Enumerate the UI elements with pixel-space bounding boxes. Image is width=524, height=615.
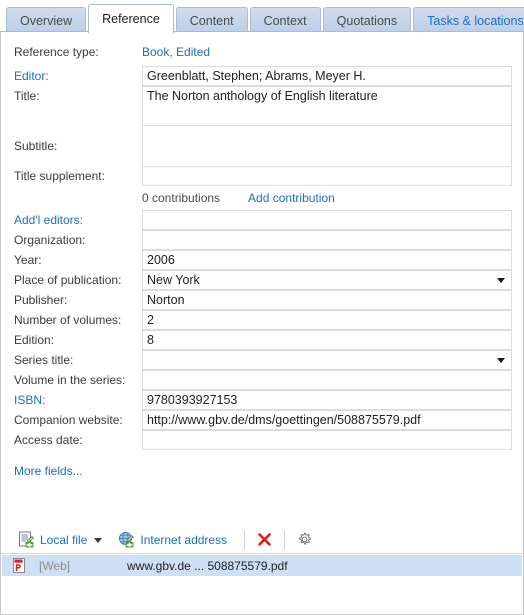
tab-quotations-label: Quotations <box>336 14 398 28</box>
reference-form: Reference type: Book, Edited Editor: Gre… <box>1 32 523 478</box>
input-subtitle[interactable] <box>142 125 512 167</box>
value-place-of-publication: New York <box>147 273 200 287</box>
chevron-down-icon[interactable] <box>497 358 505 363</box>
tab-content-label: Content <box>189 14 234 28</box>
chevron-down-icon[interactable] <box>94 538 103 543</box>
gear-icon <box>296 531 313 548</box>
field-row-place-of-publication: Place of publication: New York <box>14 270 512 290</box>
add-local-file-label: Local file <box>40 532 88 547</box>
input-organization[interactable] <box>142 230 512 250</box>
label-title-supplement: Title supplement: <box>14 169 105 183</box>
attachment-settings-button[interactable] <box>291 529 318 551</box>
label-editor[interactable]: Editor: <box>14 66 142 86</box>
label-year: Year: <box>14 253 42 267</box>
add-contribution-link[interactable]: Add contribution <box>248 191 335 205</box>
tab-tasks-locations-label: Tasks & locations <box>427 14 524 28</box>
field-row-year: Year: 2006 <box>14 250 512 270</box>
label-companion-website: Companion website: <box>14 413 123 427</box>
label-volume-in-the-series: Volume in the series: <box>14 373 126 387</box>
tab-quotations[interactable]: Quotations <box>322 7 412 33</box>
label-number-of-volumes: Number of volumes: <box>14 313 122 327</box>
input-addl-editors[interactable] <box>142 210 512 230</box>
globe-add-icon <box>118 531 135 548</box>
close-icon <box>256 531 273 548</box>
input-edition[interactable]: 8 <box>142 330 512 350</box>
label-series-title: Series title: <box>14 353 74 367</box>
input-year[interactable]: 2006 <box>142 250 512 270</box>
add-internet-address-label: Internet address <box>140 532 228 547</box>
input-title[interactable]: The Norton anthology of English literatu… <box>142 86 512 126</box>
tab-strip: Overview Reference Content Context Quota… <box>0 0 524 34</box>
label-publisher: Publisher: <box>14 293 68 307</box>
input-editor[interactable]: Greenblatt, Stephen; Abrams, Meyer H. <box>142 66 512 86</box>
combobox-place-of-publication[interactable]: New York <box>142 270 512 290</box>
chevron-down-icon[interactable] <box>497 278 505 283</box>
attachments-area: Local file Internet address [Web] www.gb… <box>1 510 523 614</box>
value-reference-type[interactable]: Book, Edited <box>142 42 210 62</box>
add-local-file-button[interactable]: Local file <box>13 529 107 551</box>
toolbar-separator <box>284 529 286 550</box>
toolbar-separator <box>244 529 246 550</box>
delete-attachment-button[interactable] <box>251 529 278 551</box>
combobox-series-title[interactable] <box>142 350 512 370</box>
tab-reference[interactable]: Reference <box>88 4 174 34</box>
label-edition: Edition: <box>14 333 55 347</box>
pdf-file-icon <box>12 557 27 574</box>
attachments-toolbar: Local file Internet address <box>1 526 523 554</box>
field-row-subtitle: Subtitle: <box>14 125 512 167</box>
label-isbn[interactable]: ISBN: <box>14 390 142 410</box>
field-row-publisher: Publisher: Norton <box>14 290 512 310</box>
input-publisher[interactable]: Norton <box>142 290 512 310</box>
label-place-of-publication: Place of publication: <box>14 273 122 287</box>
label-addl-editors[interactable]: Add'l editors: <box>14 210 142 230</box>
field-row-edition: Edition: 8 <box>14 330 512 350</box>
contributions-count: 0 contributions <box>142 191 221 205</box>
field-row-isbn: ISBN: 9780393927153 <box>14 390 512 410</box>
attachments-list[interactable]: [Web] www.gbv.de ... 508875579.pdf <box>2 555 522 614</box>
label-title: Title: <box>14 89 40 103</box>
field-row-access-date: Access date: <box>14 430 512 450</box>
tab-context-label: Context <box>263 14 307 28</box>
field-row-number-of-volumes: Number of volumes: 2 <box>14 310 512 330</box>
tab-context[interactable]: Context <box>249 7 321 33</box>
field-row-organization: Organization: <box>14 230 512 250</box>
label-subtitle: Subtitle: <box>14 139 58 153</box>
field-row-series-title: Series title: <box>14 350 512 370</box>
label-access-date: Access date: <box>14 433 83 447</box>
tab-overview-label: Overview <box>20 14 73 28</box>
add-internet-address-button[interactable]: Internet address <box>113 529 232 551</box>
input-volume-in-the-series[interactable] <box>142 370 512 390</box>
field-row-companion-website: Companion website: http://www.gbv.de/dms… <box>14 410 512 430</box>
tab-tasks-locations[interactable]: Tasks & locations <box>413 7 524 33</box>
input-companion-website[interactable]: http://www.gbv.de/dms/goettingen/5088755… <box>142 410 512 430</box>
more-fields-link[interactable]: More fields... <box>14 464 512 478</box>
input-access-date[interactable] <box>142 430 512 450</box>
label-organization: Organization: <box>14 233 86 247</box>
input-title-supplement[interactable] <box>142 166 512 186</box>
attachment-filename: www.gbv.de ... 508875579.pdf <box>127 558 288 573</box>
field-row-editor: Editor: Greenblatt, Stephen; Abrams, Mey… <box>14 66 512 86</box>
attachment-row[interactable]: [Web] www.gbv.de ... 508875579.pdf <box>2 555 522 576</box>
label-reference-type: Reference type: <box>14 45 99 59</box>
reference-panel: Reference type: Book, Edited Editor: Gre… <box>0 32 524 615</box>
input-isbn[interactable]: 9780393927153 <box>142 390 512 410</box>
field-row-addl-editors: Add'l editors: <box>14 210 512 230</box>
tab-overview[interactable]: Overview <box>6 7 87 33</box>
field-row-volume-in-the-series: Volume in the series: <box>14 370 512 390</box>
input-number-of-volumes[interactable]: 2 <box>142 310 512 330</box>
field-row-reference-type: Reference type: Book, Edited <box>14 42 512 62</box>
field-row-title: Title: The Norton anthology of English l… <box>14 86 512 126</box>
attachment-location: [Web] <box>39 558 71 573</box>
document-add-icon <box>18 531 35 548</box>
tab-reference-label: Reference <box>102 12 160 26</box>
field-row-title-supplement: Title supplement: <box>14 166 512 186</box>
contributions-row: 0 contributions Add contribution <box>14 187 512 209</box>
tab-content[interactable]: Content <box>175 7 248 33</box>
